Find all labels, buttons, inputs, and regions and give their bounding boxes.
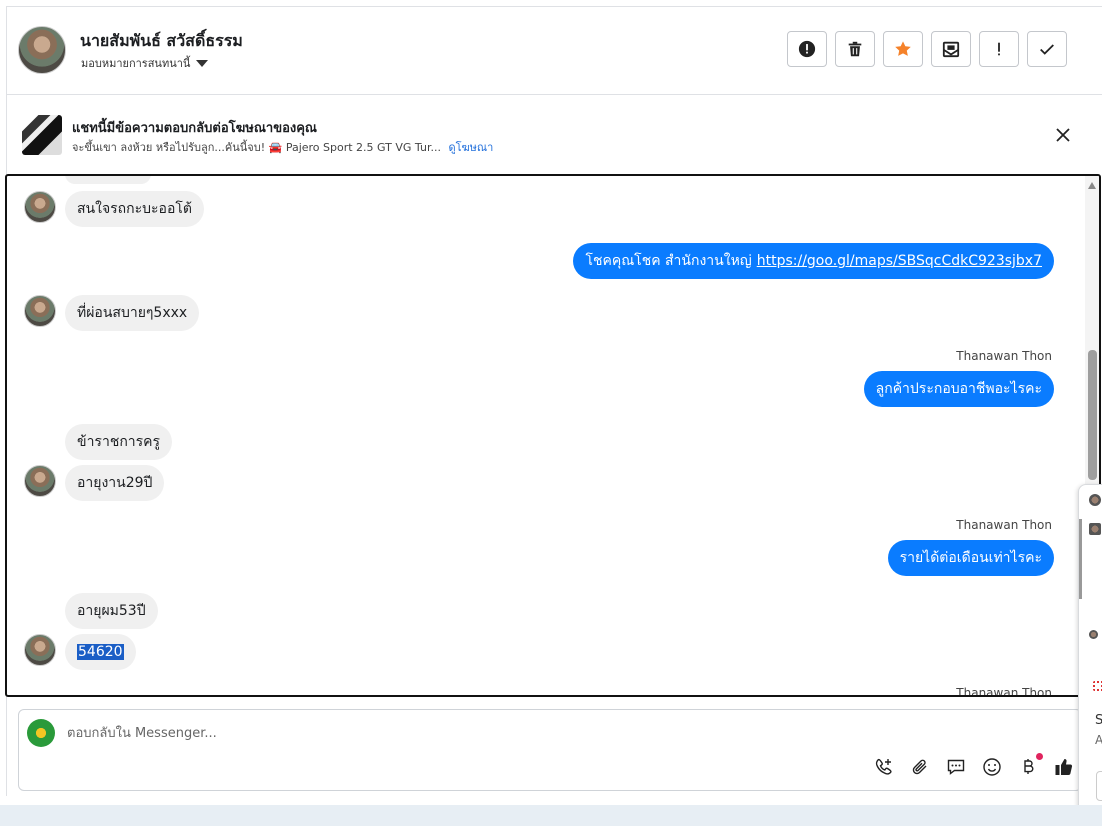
close-icon[interactable] xyxy=(1053,125,1073,145)
caret-down-icon xyxy=(196,59,209,67)
ad-description: จะขึ้นเขา ลงห้วย หรือไปรับลูก...คันนี้จบ… xyxy=(72,141,441,154)
call-button[interactable] xyxy=(873,756,895,778)
message-link[interactable]: https://goo.gl/maps/SBSqcCdkC923sjbx7 xyxy=(757,253,1042,269)
star-icon xyxy=(895,41,911,56)
panel-subtitle: A xyxy=(1095,733,1102,747)
sender-avatar[interactable] xyxy=(24,634,56,666)
contact-name[interactable]: นายสัมพันธ์ สวัสดิ์ธรรม xyxy=(80,29,243,54)
alert-circle-icon xyxy=(798,40,816,58)
assign-conversation-dropdown[interactable]: มอบหมายการสนทนานี้ xyxy=(81,54,209,72)
panel-scrollbar[interactable] xyxy=(1079,519,1082,599)
incoming-message[interactable]: ที่ผ่อนสบายๆ5xxx xyxy=(65,295,200,331)
incoming-message[interactable]: 54620 xyxy=(65,634,136,670)
sender-avatar[interactable] xyxy=(24,295,56,327)
sender-avatar[interactable] xyxy=(24,191,56,223)
chat-bubble-icon xyxy=(947,759,965,775)
check-icon xyxy=(1040,44,1054,55)
delete-button[interactable] xyxy=(835,31,875,67)
header-actions xyxy=(787,31,1067,67)
ad-thumbnail[interactable] xyxy=(22,115,62,155)
reply-input[interactable] xyxy=(67,722,827,744)
exclamation-icon xyxy=(998,42,1000,56)
outgoing-message[interactable]: โชคคุณโชค สำนักงานใหญ่ https://goo.gl/ma… xyxy=(573,243,1054,279)
emoji-icon xyxy=(983,758,1001,776)
thumbs-up-icon xyxy=(1055,759,1073,775)
selected-message-text[interactable]: 54620 xyxy=(77,644,124,660)
attach-button[interactable] xyxy=(909,756,931,778)
scrollbar-thumb[interactable] xyxy=(1088,350,1097,480)
notification-dot xyxy=(1036,753,1043,760)
chat-head-avatar[interactable] xyxy=(1089,630,1098,639)
ad-badge-icon xyxy=(1093,681,1102,691)
bottom-background-strip xyxy=(0,805,1102,826)
trash-icon xyxy=(848,41,862,57)
report-button[interactable] xyxy=(787,31,827,67)
outgoing-message[interactable]: รายได้ต่อเดือนเท่าไรคะ xyxy=(887,540,1054,576)
paperclip-icon xyxy=(912,759,927,775)
emoji-button[interactable] xyxy=(981,756,1003,778)
mark-unread-button[interactable] xyxy=(931,31,971,67)
incoming-message[interactable]: อายุผม53ปี xyxy=(65,593,158,629)
reply-composer xyxy=(18,709,1082,791)
incoming-message[interactable]: อายุงาน29ปี xyxy=(65,465,165,501)
payment-button[interactable] xyxy=(1017,753,1043,778)
sender-avatar[interactable] xyxy=(24,465,56,497)
like-button[interactable] xyxy=(1053,756,1075,778)
ad-banner-title: แชทนี้มีข้อความตอบกลับต่อโฆษณาของคุณ xyxy=(72,121,317,136)
incoming-message[interactable]: ข้าราชการครู xyxy=(65,424,173,460)
side-chat-panel[interactable]: S A xyxy=(1078,484,1102,819)
incoming-message[interactable]: สนใจรถกะบะออโต้ xyxy=(65,191,204,227)
panel-title: S xyxy=(1095,713,1102,728)
messenger-inbox-window: นายสัมพันธ์ สวัสดิ์ธรรม มอบหมายการสนทนาน… xyxy=(0,0,1102,819)
baht-icon xyxy=(1024,759,1034,774)
saved-replies-button[interactable] xyxy=(945,756,967,778)
ad-reply-banner: แชทนี้มีข้อความตอบกลับต่อโฆษณาของคุณ จะข… xyxy=(7,96,1102,174)
composer-toolbar xyxy=(873,753,1075,778)
sender-name: Thanawan Thon xyxy=(956,686,1052,697)
spam-button[interactable] xyxy=(979,31,1019,67)
sender-name: Thanawan Thon xyxy=(956,349,1052,363)
envelope-icon xyxy=(942,41,960,58)
partial-message-bubble xyxy=(65,176,151,184)
scroll-up-arrow-icon[interactable] xyxy=(1088,182,1096,189)
done-button[interactable] xyxy=(1027,31,1067,67)
ad-banner-subtitle: จะขึ้นเขา ลงห้วย หรือไปรับลูก...คันนี้จบ… xyxy=(72,138,493,156)
assign-label: มอบหมายการสนทนานี้ xyxy=(81,57,191,70)
star-button[interactable] xyxy=(883,31,923,67)
view-ad-link[interactable]: ดูโฆษณา xyxy=(448,141,493,154)
outgoing-message[interactable]: ลูกค้าประกอบอาชีพอะไรคะ xyxy=(863,371,1054,407)
chat-head-avatar[interactable] xyxy=(1089,523,1101,535)
contact-avatar[interactable] xyxy=(18,26,66,74)
page-avatar xyxy=(27,719,55,747)
chat-head-avatar[interactable] xyxy=(1089,494,1101,506)
sender-name: Thanawan Thon xyxy=(956,518,1052,532)
conversation-header: นายสัมพันธ์ สวัสดิ์ธรรม มอบหมายการสนทนาน… xyxy=(7,7,1102,95)
panel-button[interactable] xyxy=(1096,771,1102,801)
message-thread[interactable]: สนใจรถกะบะออโต้ โชคคุณโชค สำนักงานใหญ่ h… xyxy=(5,174,1101,697)
message-text: โชคคุณโชค สำนักงานใหญ่ xyxy=(585,253,752,269)
call-add-icon xyxy=(875,758,892,775)
